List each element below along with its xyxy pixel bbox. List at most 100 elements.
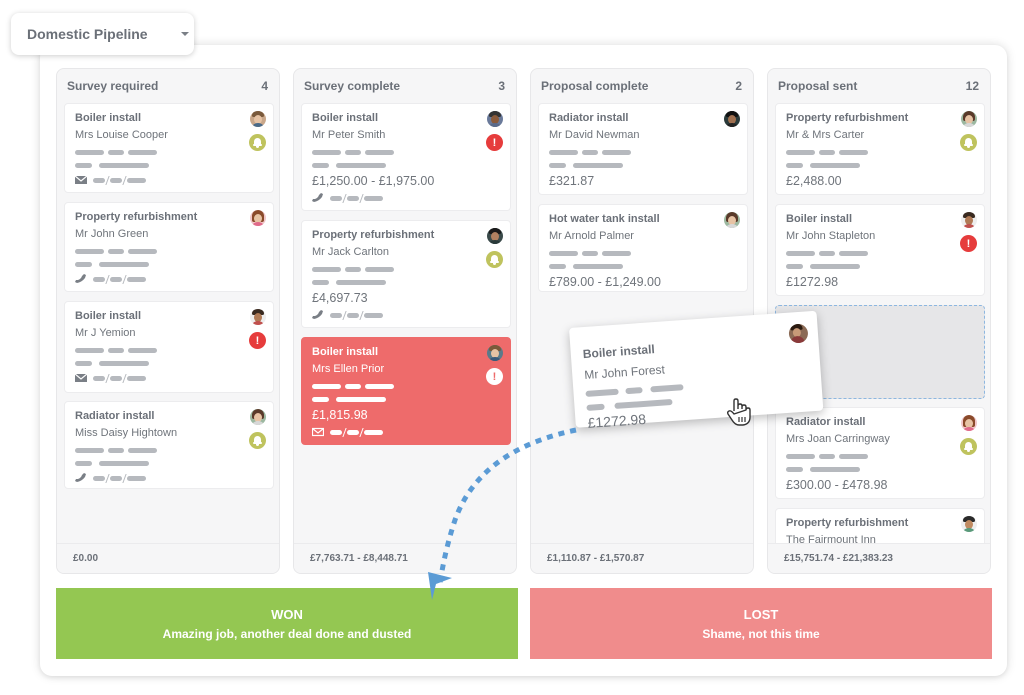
deal-client: Mrs Ellen Prior xyxy=(312,363,385,375)
date-placeholder xyxy=(93,274,153,284)
won-subtitle: Amazing job, another deal done and duste… xyxy=(162,626,412,641)
column-title: Proposal complete xyxy=(541,79,649,93)
assignee-avatar[interactable] xyxy=(487,228,503,244)
assignee-avatar[interactable] xyxy=(961,415,977,431)
email-icon xyxy=(312,427,324,437)
phone-icon xyxy=(75,473,86,482)
reminder-bell-icon[interactable] xyxy=(486,251,503,268)
assignee-avatar[interactable] xyxy=(487,111,503,127)
contact-row xyxy=(312,190,500,206)
date-placeholder xyxy=(93,373,153,383)
date-placeholder xyxy=(330,427,390,437)
deal-title: Hot water tank install xyxy=(549,213,660,225)
assignee-avatar[interactable] xyxy=(961,111,977,127)
deal-title: Boiler install xyxy=(312,346,379,358)
deal-value: £2,488.00 xyxy=(786,174,842,188)
deal-card[interactable]: Property refurbishment Mr John Green xyxy=(64,202,274,292)
deal-value: £1272.98 xyxy=(786,275,839,289)
deal-client: Mr John Green xyxy=(75,228,149,240)
deal-card[interactable]: Boiler install Mrs Louise Cooper xyxy=(64,103,274,193)
placeholder-text-lines xyxy=(75,342,263,370)
pipeline-dropdown-label: Domestic Pipeline xyxy=(27,26,148,42)
column-count: 2 xyxy=(735,79,742,93)
placeholder-text-lines xyxy=(786,245,974,273)
deal-title: Radiator install xyxy=(75,410,155,422)
reminder-bell-icon[interactable] xyxy=(249,134,266,151)
contact-row xyxy=(75,172,263,188)
deal-title: Boiler install xyxy=(786,213,853,225)
contact-row xyxy=(75,271,263,287)
deal-client: Mr & Mrs Carter xyxy=(786,129,865,141)
deal-title: Property refurbishment xyxy=(312,229,435,241)
column-survey-complete: Survey complete 3 Boiler install Mr Pete… xyxy=(293,68,517,574)
placeholder-text-lines xyxy=(786,144,974,172)
deal-card[interactable]: Radiator install Mrs Joan Carringway £30… xyxy=(775,407,985,499)
deal-client: Mr J Yemion xyxy=(75,327,136,339)
deal-client: Mr David Newman xyxy=(549,129,640,141)
won-drop-zone[interactable]: WON Amazing job, another deal done and d… xyxy=(56,588,518,659)
deal-value: £321.87 xyxy=(549,174,595,188)
deal-value: £1,250.00 - £1,975.00 xyxy=(312,174,435,188)
assignee-avatar[interactable] xyxy=(724,212,740,228)
deal-card[interactable]: Boiler install Mr Peter Smith £1,250.00 … xyxy=(301,103,511,211)
deal-title: Radiator install xyxy=(549,112,629,124)
lost-drop-zone[interactable]: LOST Shame, not this time xyxy=(530,588,992,659)
column-title: Survey required xyxy=(67,79,159,93)
deal-value: £789.00 - £1,249.00 xyxy=(549,275,661,289)
alert-icon[interactable]: ! xyxy=(249,332,266,349)
placeholder-text-lines xyxy=(549,144,737,172)
deal-card[interactable]: Radiator install Miss Daisy Hightown xyxy=(64,401,274,489)
placeholder-text-lines xyxy=(75,144,263,172)
reminder-bell-icon[interactable] xyxy=(249,432,266,449)
deal-card-overdue[interactable]: Boiler install Mrs Ellen Prior £1,815.98… xyxy=(301,337,511,445)
deal-card[interactable]: Property refurbishment Mr Jack Carlton £… xyxy=(301,220,511,328)
date-placeholder xyxy=(93,175,153,185)
column-total: £7,763.71 - £8,448.71 xyxy=(294,543,516,573)
column-total: £0.00 xyxy=(57,543,279,573)
assignee-avatar[interactable] xyxy=(487,345,503,361)
assignee-avatar[interactable] xyxy=(250,210,266,226)
deal-card[interactable]: Boiler install Mr John Stapleton £1272.9… xyxy=(775,204,985,296)
deal-client: Mr John Stapleton xyxy=(786,230,876,242)
column-count: 4 xyxy=(261,79,268,93)
deal-client: Mr Arnold Palmer xyxy=(549,230,634,242)
reminder-bell-icon[interactable] xyxy=(960,438,977,455)
column-header: Survey complete 3 xyxy=(294,69,516,103)
column-total: £15,751.74 - £21,383.23 xyxy=(768,543,990,573)
placeholder-text-lines xyxy=(549,245,737,273)
assignee-avatar[interactable] xyxy=(961,516,977,532)
deal-card[interactable]: Property refurbishment The Fairmount Inn xyxy=(775,508,985,543)
deal-value: £4,697.73 xyxy=(312,291,368,305)
deal-title: Property refurbishment xyxy=(75,211,198,223)
deal-card[interactable]: Boiler install Mr J Yemion ! xyxy=(64,301,274,393)
assignee-avatar[interactable] xyxy=(250,111,266,127)
phone-icon xyxy=(312,310,323,319)
column-title: Survey complete xyxy=(304,79,401,93)
deal-title: Property refurbishment xyxy=(786,112,909,124)
dragging-deal-card[interactable]: Boiler install Mr John Forest £1272.98 xyxy=(569,310,824,431)
assignee-avatar[interactable] xyxy=(724,111,740,127)
phone-icon xyxy=(75,274,86,283)
deal-card[interactable]: Property refurbishment Mr & Mrs Carter £… xyxy=(775,103,985,195)
alert-icon[interactable]: ! xyxy=(486,368,503,385)
pipeline-dropdown[interactable]: Domestic Pipeline xyxy=(11,13,194,55)
deal-title: Boiler install xyxy=(312,112,379,124)
alert-icon[interactable]: ! xyxy=(486,134,503,151)
deal-client: Mrs Louise Cooper xyxy=(75,129,168,141)
contact-row xyxy=(75,470,263,486)
deal-title: Boiler install xyxy=(75,112,142,124)
caret-down-icon xyxy=(181,32,189,36)
deal-card[interactable]: Radiator install Mr David Newman £321.87 xyxy=(538,103,748,195)
alert-icon[interactable]: ! xyxy=(960,235,977,252)
deal-client: Mr Peter Smith xyxy=(312,129,386,141)
deal-card[interactable]: Hot water tank install Mr Arnold Palmer … xyxy=(538,204,748,292)
column-survey-required: Survey required 4 Boiler install Mrs Lou… xyxy=(56,68,280,574)
reminder-bell-icon[interactable] xyxy=(960,134,977,151)
lost-title: LOST xyxy=(743,606,779,622)
contact-row xyxy=(312,424,500,440)
date-placeholder xyxy=(330,193,390,203)
assignee-avatar[interactable] xyxy=(961,212,977,228)
assignee-avatar[interactable] xyxy=(250,309,266,325)
column-header: Proposal complete 2 xyxy=(531,69,753,103)
assignee-avatar[interactable] xyxy=(250,409,266,425)
